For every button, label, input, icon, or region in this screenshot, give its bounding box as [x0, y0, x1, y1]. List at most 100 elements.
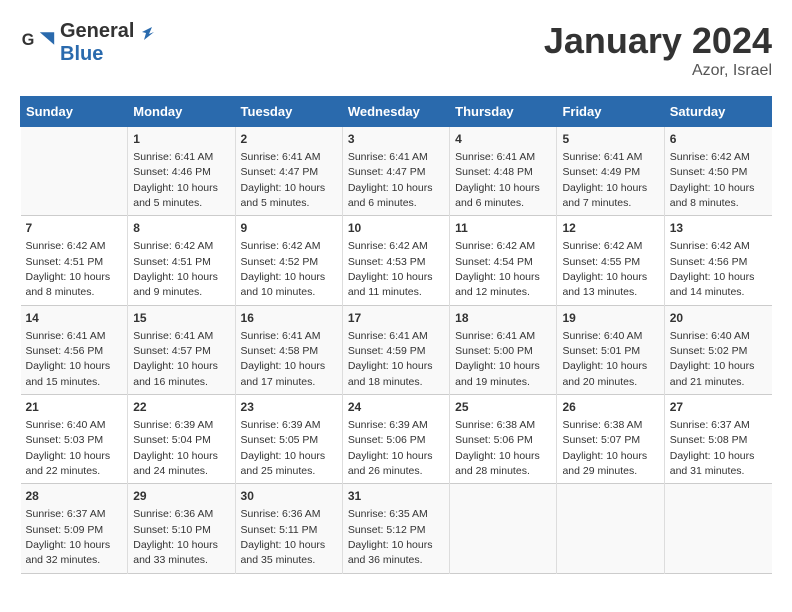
day-cell: 14 Sunrise: 6:41 AMSunset: 4:56 PMDaylig… — [21, 305, 128, 394]
day-number: 30 — [241, 488, 337, 505]
day-detail: Sunrise: 6:41 AMSunset: 4:47 PMDaylight:… — [241, 151, 326, 209]
week-row-4: 21 Sunrise: 6:40 AMSunset: 5:03 PMDaylig… — [21, 395, 772, 484]
day-number: 18 — [455, 310, 551, 327]
day-number: 7 — [26, 220, 123, 237]
day-cell: 2 Sunrise: 6:41 AMSunset: 4:47 PMDayligh… — [235, 127, 342, 216]
day-number: 24 — [348, 399, 444, 416]
day-number: 8 — [133, 220, 229, 237]
day-cell — [450, 484, 557, 573]
day-number: 29 — [133, 488, 229, 505]
day-cell — [557, 484, 664, 573]
day-cell — [664, 484, 771, 573]
logo-bird-icon — [134, 22, 154, 42]
day-number: 28 — [26, 488, 123, 505]
day-number: 31 — [348, 488, 444, 505]
day-detail: Sunrise: 6:38 AMSunset: 5:06 PMDaylight:… — [455, 419, 540, 477]
day-number: 5 — [562, 131, 658, 148]
day-number: 15 — [133, 310, 229, 327]
week-row-2: 7 Sunrise: 6:42 AMSunset: 4:51 PMDayligh… — [21, 216, 772, 305]
day-number: 10 — [348, 220, 444, 237]
day-cell: 17 Sunrise: 6:41 AMSunset: 4:59 PMDaylig… — [342, 305, 449, 394]
day-cell: 6 Sunrise: 6:42 AMSunset: 4:50 PMDayligh… — [664, 127, 771, 216]
day-detail: Sunrise: 6:36 AMSunset: 5:11 PMDaylight:… — [241, 508, 326, 566]
day-detail: Sunrise: 6:41 AMSunset: 4:47 PMDaylight:… — [348, 151, 433, 209]
day-number: 14 — [26, 310, 123, 327]
day-detail: Sunrise: 6:37 AMSunset: 5:09 PMDaylight:… — [26, 508, 111, 566]
day-cell: 31 Sunrise: 6:35 AMSunset: 5:12 PMDaylig… — [342, 484, 449, 573]
day-number: 20 — [670, 310, 767, 327]
location: Azor, Israel — [544, 62, 772, 80]
day-number: 27 — [670, 399, 767, 416]
logo-icon: G — [20, 25, 56, 61]
day-detail: Sunrise: 6:39 AMSunset: 5:04 PMDaylight:… — [133, 419, 218, 477]
day-number: 3 — [348, 131, 444, 148]
day-detail: Sunrise: 6:42 AMSunset: 4:51 PMDaylight:… — [133, 240, 218, 298]
day-detail: Sunrise: 6:37 AMSunset: 5:08 PMDaylight:… — [670, 419, 755, 477]
day-detail: Sunrise: 6:42 AMSunset: 4:56 PMDaylight:… — [670, 240, 755, 298]
day-number: 22 — [133, 399, 229, 416]
logo-line2: Blue — [60, 43, 154, 66]
day-detail: Sunrise: 6:42 AMSunset: 4:54 PMDaylight:… — [455, 240, 540, 298]
month-title: January 2024 — [544, 20, 772, 62]
day-number: 21 — [26, 399, 123, 416]
day-cell: 4 Sunrise: 6:41 AMSunset: 4:48 PMDayligh… — [450, 127, 557, 216]
day-detail: Sunrise: 6:41 AMSunset: 4:59 PMDaylight:… — [348, 330, 433, 388]
day-detail: Sunrise: 6:42 AMSunset: 4:51 PMDaylight:… — [26, 240, 111, 298]
day-detail: Sunrise: 6:40 AMSunset: 5:01 PMDaylight:… — [562, 330, 647, 388]
month-info: January 2024 Azor, Israel — [544, 20, 772, 80]
col-header-wednesday: Wednesday — [342, 97, 449, 127]
page-header: G General Blue January 2024 Azor, Israel — [20, 20, 772, 80]
day-detail: Sunrise: 6:41 AMSunset: 4:56 PMDaylight:… — [26, 330, 111, 388]
day-cell — [21, 127, 128, 216]
day-detail: Sunrise: 6:40 AMSunset: 5:03 PMDaylight:… — [26, 419, 111, 477]
logo: G General Blue — [20, 20, 154, 66]
day-detail: Sunrise: 6:42 AMSunset: 4:50 PMDaylight:… — [670, 151, 755, 209]
day-cell: 8 Sunrise: 6:42 AMSunset: 4:51 PMDayligh… — [128, 216, 235, 305]
day-number: 6 — [670, 131, 767, 148]
day-detail: Sunrise: 6:42 AMSunset: 4:53 PMDaylight:… — [348, 240, 433, 298]
week-row-5: 28 Sunrise: 6:37 AMSunset: 5:09 PMDaylig… — [21, 484, 772, 573]
day-cell: 10 Sunrise: 6:42 AMSunset: 4:53 PMDaylig… — [342, 216, 449, 305]
day-detail: Sunrise: 6:41 AMSunset: 4:57 PMDaylight:… — [133, 330, 218, 388]
day-detail: Sunrise: 6:38 AMSunset: 5:07 PMDaylight:… — [562, 419, 647, 477]
day-detail: Sunrise: 6:36 AMSunset: 5:10 PMDaylight:… — [133, 508, 218, 566]
day-number: 16 — [241, 310, 337, 327]
day-number: 12 — [562, 220, 658, 237]
week-row-3: 14 Sunrise: 6:41 AMSunset: 4:56 PMDaylig… — [21, 305, 772, 394]
day-number: 19 — [562, 310, 658, 327]
day-detail: Sunrise: 6:35 AMSunset: 5:12 PMDaylight:… — [348, 508, 433, 566]
day-number: 2 — [241, 131, 337, 148]
day-cell: 11 Sunrise: 6:42 AMSunset: 4:54 PMDaylig… — [450, 216, 557, 305]
col-header-sunday: Sunday — [21, 97, 128, 127]
svg-text:G: G — [22, 31, 35, 49]
day-cell: 24 Sunrise: 6:39 AMSunset: 5:06 PMDaylig… — [342, 395, 449, 484]
day-number: 11 — [455, 220, 551, 237]
col-header-tuesday: Tuesday — [235, 97, 342, 127]
header-row: SundayMondayTuesdayWednesdayThursdayFrid… — [21, 97, 772, 127]
day-number: 23 — [241, 399, 337, 416]
day-cell: 19 Sunrise: 6:40 AMSunset: 5:01 PMDaylig… — [557, 305, 664, 394]
day-number: 4 — [455, 131, 551, 148]
day-cell: 1 Sunrise: 6:41 AMSunset: 4:46 PMDayligh… — [128, 127, 235, 216]
col-header-friday: Friday — [557, 97, 664, 127]
day-cell: 7 Sunrise: 6:42 AMSunset: 4:51 PMDayligh… — [21, 216, 128, 305]
day-number: 1 — [133, 131, 229, 148]
day-number: 25 — [455, 399, 551, 416]
day-cell: 28 Sunrise: 6:37 AMSunset: 5:09 PMDaylig… — [21, 484, 128, 573]
day-detail: Sunrise: 6:39 AMSunset: 5:06 PMDaylight:… — [348, 419, 433, 477]
day-cell: 29 Sunrise: 6:36 AMSunset: 5:10 PMDaylig… — [128, 484, 235, 573]
day-number: 9 — [241, 220, 337, 237]
day-cell: 13 Sunrise: 6:42 AMSunset: 4:56 PMDaylig… — [664, 216, 771, 305]
day-detail: Sunrise: 6:41 AMSunset: 4:49 PMDaylight:… — [562, 151, 647, 209]
day-detail: Sunrise: 6:41 AMSunset: 4:58 PMDaylight:… — [241, 330, 326, 388]
day-detail: Sunrise: 6:41 AMSunset: 4:46 PMDaylight:… — [133, 151, 218, 209]
logo-line1: General — [60, 20, 134, 43]
day-cell: 9 Sunrise: 6:42 AMSunset: 4:52 PMDayligh… — [235, 216, 342, 305]
day-number: 13 — [670, 220, 767, 237]
day-cell: 3 Sunrise: 6:41 AMSunset: 4:47 PMDayligh… — [342, 127, 449, 216]
calendar-table: SundayMondayTuesdayWednesdayThursdayFrid… — [20, 96, 772, 574]
day-cell: 23 Sunrise: 6:39 AMSunset: 5:05 PMDaylig… — [235, 395, 342, 484]
day-cell: 26 Sunrise: 6:38 AMSunset: 5:07 PMDaylig… — [557, 395, 664, 484]
day-cell: 16 Sunrise: 6:41 AMSunset: 4:58 PMDaylig… — [235, 305, 342, 394]
day-cell: 30 Sunrise: 6:36 AMSunset: 5:11 PMDaylig… — [235, 484, 342, 573]
